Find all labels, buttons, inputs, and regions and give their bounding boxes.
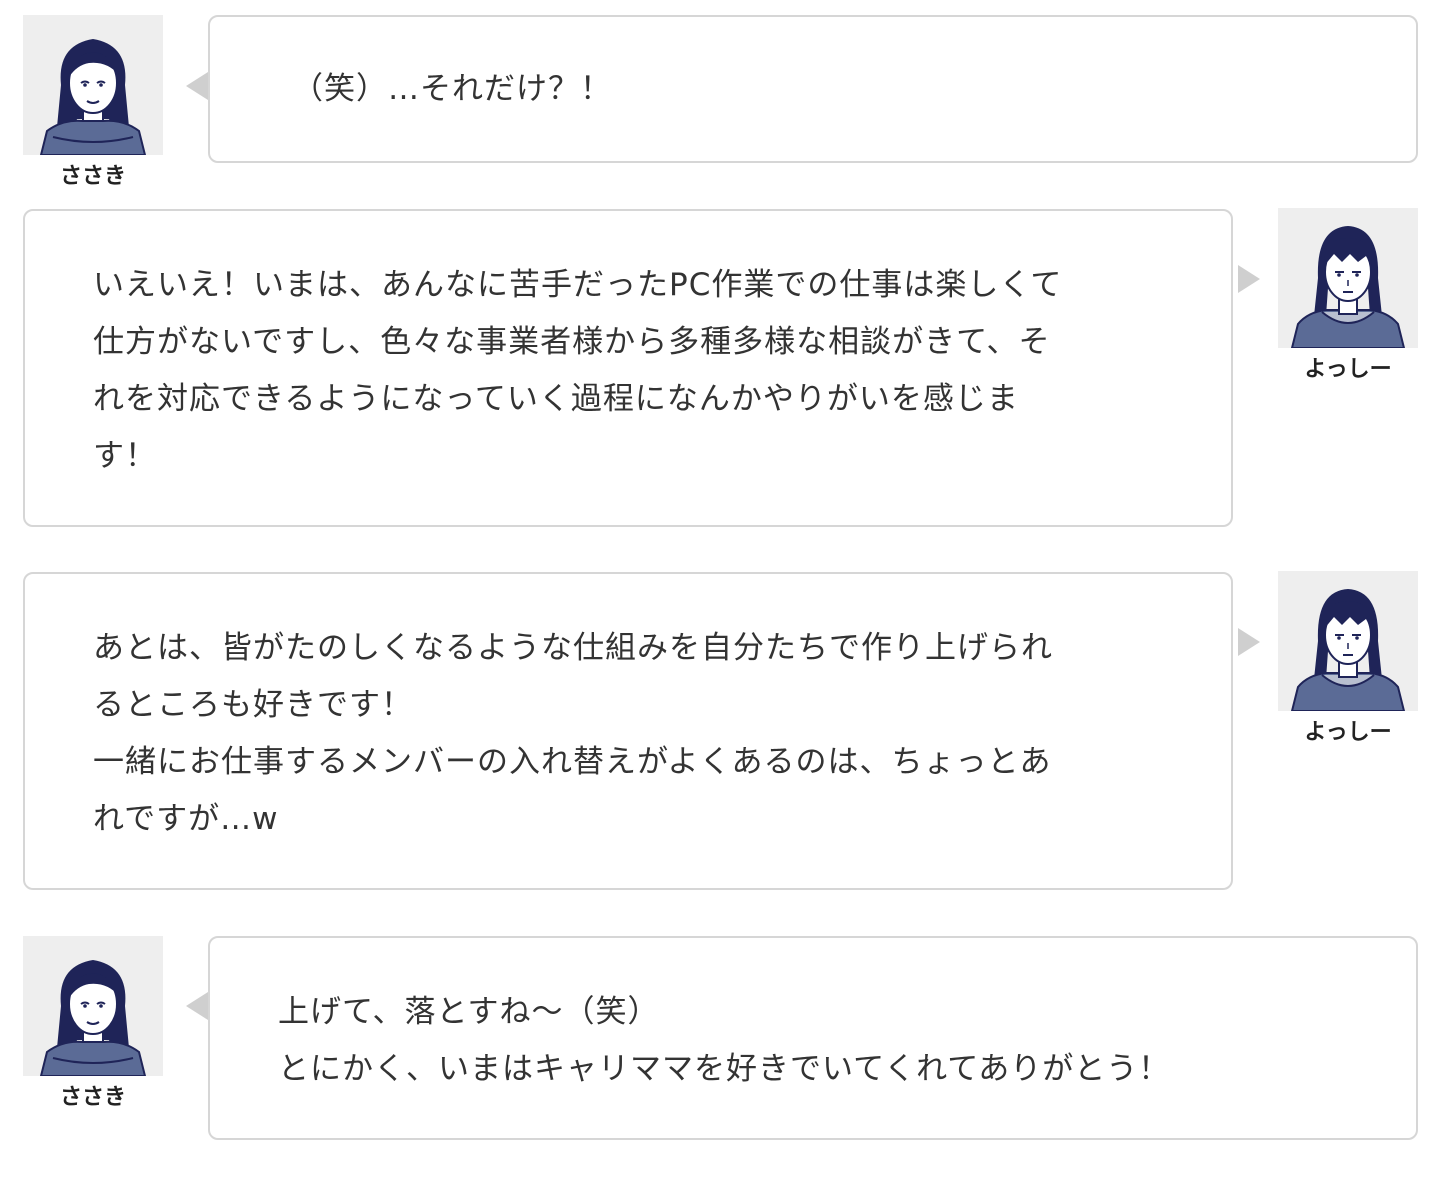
speaker-avatar-yossy: よっしー xyxy=(1278,208,1418,384)
speaker-avatar-sasaki: ささき xyxy=(23,15,163,191)
bubble-tail-icon xyxy=(1238,628,1260,656)
man-avatar-icon xyxy=(1278,571,1418,711)
speaker-avatar-sasaki: ささき xyxy=(23,936,163,1112)
speech-text: （笑）…それだけ？！ xyxy=(292,71,612,107)
speaker-name: ささき xyxy=(59,164,126,189)
speaker-name: よっしー xyxy=(1304,720,1392,745)
man-avatar-icon xyxy=(1278,208,1418,348)
speaker-name: ささき xyxy=(59,1085,126,1110)
speech-text: あとは、皆がたのしくなるような仕組みを自分たちで作り上げられ るところも好きです… xyxy=(93,630,1053,837)
speech-bubble: 上げて、落とすね～（笑） とにかく、いまはキャリママを好きでいてくれてありがとう… xyxy=(208,936,1418,1140)
speech-bubble: あとは、皆がたのしくなるような仕組みを自分たちで作り上げられ るところも好きです… xyxy=(23,572,1233,890)
speech-bubble: （笑）…それだけ？！ xyxy=(208,15,1418,163)
bubble-tail-icon xyxy=(1238,265,1260,293)
bubble-tail-icon xyxy=(186,72,208,100)
woman-avatar-icon xyxy=(23,15,163,155)
speaker-avatar-yossy: よっしー xyxy=(1278,571,1418,747)
speech-text: 上げて、落とすね～（笑） とにかく、いまはキャリママを好きでいてくれてありがとう… xyxy=(278,994,1171,1087)
speaker-name: よっしー xyxy=(1304,357,1392,382)
speech-text: いえいえ！いまは、あんなに苦手だったPC作業での仕事は楽しくて 仕方がないですし… xyxy=(93,267,1063,474)
woman-avatar-icon xyxy=(23,936,163,1076)
speech-bubble: いえいえ！いまは、あんなに苦手だったPC作業での仕事は楽しくて 仕方がないですし… xyxy=(23,209,1233,527)
bubble-tail-icon xyxy=(186,992,208,1020)
